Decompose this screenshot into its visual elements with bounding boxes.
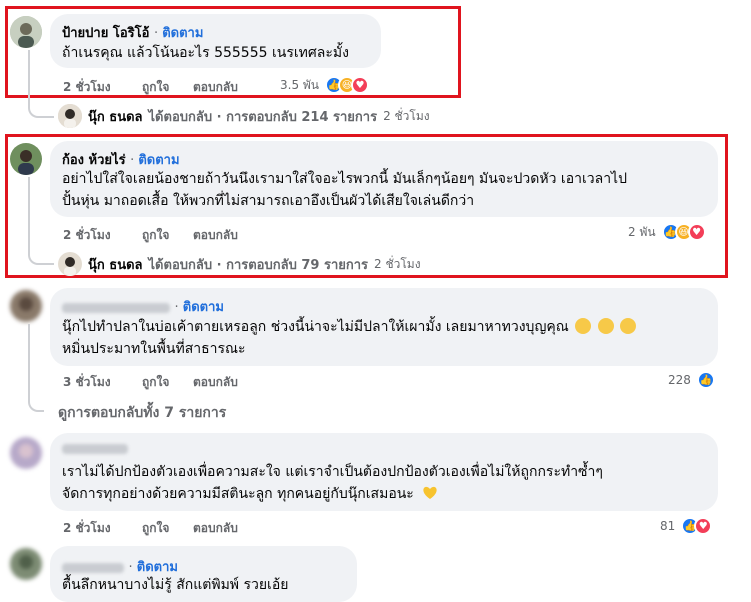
- thread-line: [28, 50, 54, 118]
- reply-button[interactable]: ตอบกลับ: [193, 519, 238, 538]
- avatar[interactable]: [10, 548, 42, 580]
- reaction-count: 3.5 พัน: [280, 77, 320, 92]
- thread-line: [28, 177, 54, 265]
- comment-text-line: จัดการทุกอย่างด้วยความมีสตินะลูก ทุกคนอย…: [62, 486, 414, 502]
- reply-time: 2 ชั่วโมง: [374, 256, 421, 271]
- comment-text-line: นุ๊กไปทำปลาในบ่อเค้าตายเหรอลูก ช่วงนี้น่…: [62, 319, 569, 335]
- comment-text: ตื้นลึกหนาบางไม่รู้ สักแต่พิมพ์ รวยเอ้ย: [62, 577, 289, 593]
- comment-text: นุ๊กไปทำปลาในบ่อเค้าตายเหรอลูก ช่วงนี้น่…: [62, 316, 637, 338]
- avatar-photo-icon: [10, 290, 42, 322]
- comment-author-line: · ติดตาม: [62, 296, 224, 317]
- reply-author: นุ๊ก ธนดล: [88, 257, 143, 273]
- avatar-photo-icon: [10, 16, 42, 48]
- avatar: [58, 104, 82, 128]
- reaction-summary[interactable]: 228 👍: [668, 370, 715, 390]
- avatar-photo-icon: [10, 143, 42, 175]
- comment-text: อย่าไปใส่ใจเลยน้องชายถ้าวันนึงเรามาใส่ใจ…: [62, 171, 627, 187]
- reply-button[interactable]: ตอบกลับ: [193, 78, 238, 97]
- follow-button[interactable]: ติดตาม: [137, 560, 178, 575]
- avatar[interactable]: [10, 290, 42, 322]
- comment-author[interactable]: ป้ายปาย โอริโอ้: [62, 26, 149, 41]
- comment-text: ถ้าเนรคุณ แล้วโน้นอะไร 555555 เนรเทศละมั…: [62, 45, 349, 61]
- reaction-summary[interactable]: 81 👍 ♥: [660, 516, 713, 536]
- reaction-summary[interactable]: 3.5 พัน 👍 😆 ♥: [280, 75, 370, 95]
- blurred-author-name[interactable]: [62, 443, 128, 454]
- love-icon: ♥: [687, 223, 706, 241]
- comment-author[interactable]: ก้อง ห้วยไร่: [62, 153, 126, 168]
- avatar-photo-icon: [10, 437, 42, 469]
- follow-button[interactable]: ติดตาม: [162, 26, 203, 41]
- rolling-eyes-emoji-icon: [575, 318, 592, 334]
- avatar-photo-icon: [58, 252, 82, 276]
- avatar[interactable]: [10, 143, 42, 175]
- comment-time[interactable]: 2 ชั่วโมง: [63, 519, 111, 538]
- avatar-photo-icon: [10, 548, 42, 580]
- reply-button[interactable]: ตอบกลับ: [193, 373, 238, 392]
- reply-count-text: ได้ตอบกลับ · การตอบกลับ 79 รายการ: [148, 257, 369, 273]
- like-button[interactable]: ถูกใจ: [142, 226, 169, 245]
- blurred-author-name[interactable]: [62, 302, 170, 313]
- comment-text: เราไม่ได้ปกป้องตัวเองเพื่อความสะใจ แต่เร…: [62, 464, 603, 480]
- yellow-heart-icon: [423, 486, 437, 499]
- comment-author-line: [62, 441, 128, 456]
- thread-line: [28, 324, 44, 412]
- like-button[interactable]: ถูกใจ: [142, 78, 169, 97]
- reply-button[interactable]: ตอบกลับ: [193, 226, 238, 245]
- smirk-emoji-icon: [620, 318, 637, 334]
- comment-author-line: ป้ายปาย โอริโอ้ · ติดตาม: [62, 26, 204, 41]
- reaction-summary[interactable]: 2 พัน 👍 😆 ♥: [628, 222, 706, 242]
- like-button[interactable]: ถูกใจ: [142, 373, 169, 392]
- follow-button[interactable]: ติดตาม: [183, 300, 224, 315]
- comment-time[interactable]: 3 ชั่วโมง: [63, 373, 111, 392]
- reply-time: 2 ชั่วโมง: [383, 108, 430, 123]
- love-icon: ♥: [351, 76, 370, 94]
- love-icon: ♥: [694, 517, 713, 535]
- avatar[interactable]: [10, 16, 42, 48]
- blurred-author-name[interactable]: [62, 562, 124, 573]
- reaction-count: 2 พัน: [628, 224, 656, 239]
- avatar[interactable]: [10, 437, 42, 469]
- like-button[interactable]: ถูกใจ: [142, 519, 169, 538]
- reaction-count: 228: [668, 373, 691, 387]
- view-replies-link[interactable]: ดูการตอบกลับทั้ง 7 รายการ: [58, 402, 226, 424]
- comment-time[interactable]: 2 ชั่วโมง: [63, 226, 111, 245]
- comment-text: จัดการทุกอย่างด้วยความมีสตินะลูก ทุกคนอย…: [62, 483, 438, 505]
- like-icon: 👍: [696, 371, 715, 389]
- smirk-emoji-icon: [597, 318, 614, 334]
- reply-summary[interactable]: นุ๊ก ธนดล ได้ตอบกลับ · การตอบกลับ 214 รา…: [58, 104, 430, 128]
- avatar: [58, 252, 82, 276]
- reply-author: นุ๊ก ธนดล: [88, 109, 143, 125]
- avatar-photo-icon: [58, 104, 82, 128]
- comment-text: ปั้นหุ่น มาถอดเสื้อ ให้พวกที่ไม่สามารถเอ…: [62, 193, 475, 209]
- comment-time[interactable]: 2 ชั่วโมง: [63, 78, 111, 97]
- reaction-count: 81: [660, 519, 676, 533]
- reply-count-text: ได้ตอบกลับ · การตอบกลับ 214 รายการ: [148, 109, 378, 125]
- comment-author-line: ก้อง ห้วยไร่ · ติดตาม: [62, 153, 180, 168]
- follow-button[interactable]: ติดตาม: [138, 153, 179, 168]
- comment-text: หมิ่นประมาทในพื้นที่สาธารณะ: [62, 341, 246, 357]
- reply-summary[interactable]: นุ๊ก ธนดล ได้ตอบกลับ · การตอบกลับ 79 ราย…: [58, 252, 421, 276]
